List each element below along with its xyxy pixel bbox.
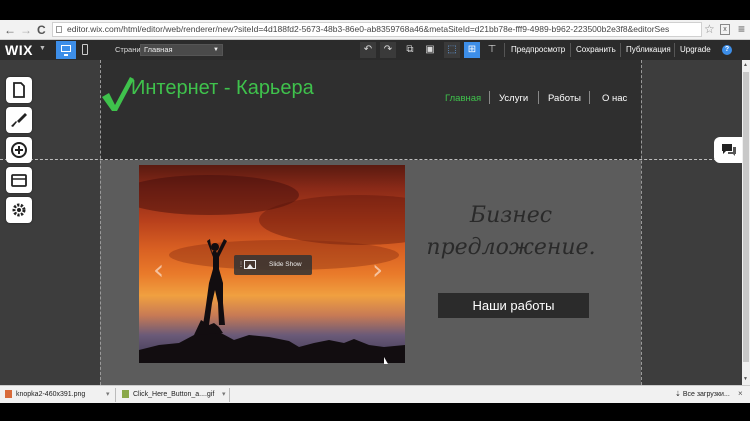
site-title[interactable]: Интернет - Карьера xyxy=(131,77,314,100)
browser-toolbar: ← → C editor.wix.com/html/editor/web/ren… xyxy=(0,20,750,40)
scrollbar-thumb[interactable] xyxy=(743,72,749,362)
bookmark-star-icon[interactable]: ☆ xyxy=(704,22,715,36)
browser-menu-icon[interactable]: ≡ xyxy=(738,22,745,36)
mobile-view-icon[interactable] xyxy=(82,44,88,55)
chat-button[interactable] xyxy=(714,137,742,163)
image-icon xyxy=(244,260,256,269)
chevron-down-icon[interactable]: ▾ xyxy=(222,388,226,402)
help-icon[interactable]: ? xyxy=(722,45,732,55)
slide-prev-arrow[interactable]: ‹ xyxy=(153,253,164,286)
scroll-down-icon[interactable]: ▼ xyxy=(743,376,748,382)
design-panel-button[interactable] xyxy=(6,107,32,133)
site-header[interactable] xyxy=(100,60,641,160)
menu-item-works[interactable]: Работы xyxy=(548,93,581,104)
upgrade-button[interactable]: Upgrade xyxy=(680,45,711,54)
settings-gear-icon xyxy=(12,203,26,217)
business-headline[interactable]: Бизнес предложение. xyxy=(418,200,604,264)
file-icon xyxy=(122,390,129,399)
publish-button[interactable]: Публикация xyxy=(626,45,671,54)
download-filename: Click_Here_Button_a....gif xyxy=(133,391,215,398)
media-icon xyxy=(11,174,27,187)
divider xyxy=(115,388,116,402)
close-icon[interactable]: × xyxy=(738,389,743,398)
download-icon: ⇣ xyxy=(675,391,683,398)
our-works-button[interactable]: Наши работы xyxy=(438,293,589,318)
chevron-down-icon[interactable]: ▾ xyxy=(106,388,110,402)
header-guide xyxy=(0,159,742,160)
menu-item-services[interactable]: Услуги xyxy=(499,93,528,104)
pages-panel-button[interactable] xyxy=(6,77,32,103)
forward-icon[interactable]: → xyxy=(20,23,32,37)
page-selector-value: Главная xyxy=(144,45,173,54)
slideshow[interactable]: ‹ › ⋮ Slide Show xyxy=(139,165,405,363)
divider xyxy=(229,388,230,402)
divider xyxy=(538,91,539,104)
screen-letterbox-top xyxy=(0,0,750,20)
divider xyxy=(620,43,621,57)
headline-line-1: Бизнес xyxy=(469,203,553,228)
paste-icon[interactable]: ▣ xyxy=(422,42,438,58)
slide-next-arrow[interactable]: › xyxy=(372,253,383,286)
mouse-cursor xyxy=(384,357,388,364)
menu-item-about[interactable]: О нас xyxy=(602,93,627,104)
file-icon xyxy=(5,390,12,399)
brush-icon xyxy=(11,113,27,127)
undo-icon[interactable]: ↶ xyxy=(360,42,376,58)
divider xyxy=(589,91,590,104)
extension-icon[interactable]: x xyxy=(720,24,730,35)
chevron-down-icon[interactable]: ▼ xyxy=(39,45,46,52)
chat-bubble-icon xyxy=(722,144,736,156)
download-item[interactable]: knopka2-460x391.png xyxy=(5,388,85,402)
url-text: editor.wix.com/html/editor/web/renderer/… xyxy=(67,24,670,34)
reload-icon[interactable]: C xyxy=(37,23,46,37)
add-panel-button[interactable] xyxy=(6,137,32,163)
desktop-view-icon[interactable] xyxy=(56,41,76,59)
address-bar[interactable]: editor.wix.com/html/editor/web/renderer/… xyxy=(52,22,702,37)
copy-icon[interactable]: ⧉ xyxy=(402,42,418,58)
divider xyxy=(674,43,675,57)
wix-logo[interactable]: WIX xyxy=(5,42,33,58)
screen-letterbox-bottom xyxy=(0,403,750,421)
show-all-downloads-link[interactable]: ⇣ Все загрузки... xyxy=(675,388,730,402)
divider xyxy=(504,43,505,57)
add-icon xyxy=(11,142,27,158)
vertical-scrollbar[interactable]: ▲ ▼ xyxy=(742,60,750,385)
chevron-down-icon: ▼ xyxy=(213,47,219,53)
page-guide-right xyxy=(641,60,642,385)
slideshow-badge[interactable]: ⋮ Slide Show xyxy=(234,255,312,275)
media-panel-button[interactable] xyxy=(6,167,32,193)
ruler-icon[interactable]: ⊤ xyxy=(484,42,500,58)
settings-panel-button[interactable] xyxy=(6,197,32,223)
scroll-up-icon[interactable]: ▲ xyxy=(743,62,748,68)
page-selector-dropdown[interactable]: Главная ▼ xyxy=(140,44,223,56)
headline-line-2: предложение. xyxy=(426,235,596,260)
download-filename: knopka2-460x391.png xyxy=(16,391,86,398)
download-item[interactable]: Click_Here_Button_a....gif xyxy=(122,388,214,402)
slideshow-label: Slide Show xyxy=(269,261,302,268)
back-icon[interactable]: ← xyxy=(4,23,16,37)
gridlines-icon[interactable]: ⬚ xyxy=(444,42,460,58)
save-button[interactable]: Сохранить xyxy=(576,45,616,54)
divider xyxy=(570,43,571,57)
redo-icon[interactable]: ↷ xyxy=(380,42,396,58)
downloads-bar: knopka2-460x391.png ▾ Click_Here_Button_… xyxy=(0,385,750,403)
page-icon xyxy=(56,26,62,33)
preview-button[interactable]: Предпросмотр xyxy=(511,45,565,54)
divider xyxy=(489,91,490,104)
editor-canvas[interactable]: Интернет - Карьера Главная Услуги Работы… xyxy=(0,60,742,385)
page-icon xyxy=(13,82,25,98)
wix-editor-toolbar: WIX ▼ Страница: Главная ▼ ↶ ↷ ⧉ ▣ ⬚ ⊞ ⊤ … xyxy=(0,40,750,60)
show-all-downloads-label: Все загрузки... xyxy=(682,391,730,398)
menu-item-home[interactable]: Главная xyxy=(445,93,481,104)
snap-icon[interactable]: ⊞ xyxy=(464,42,480,58)
